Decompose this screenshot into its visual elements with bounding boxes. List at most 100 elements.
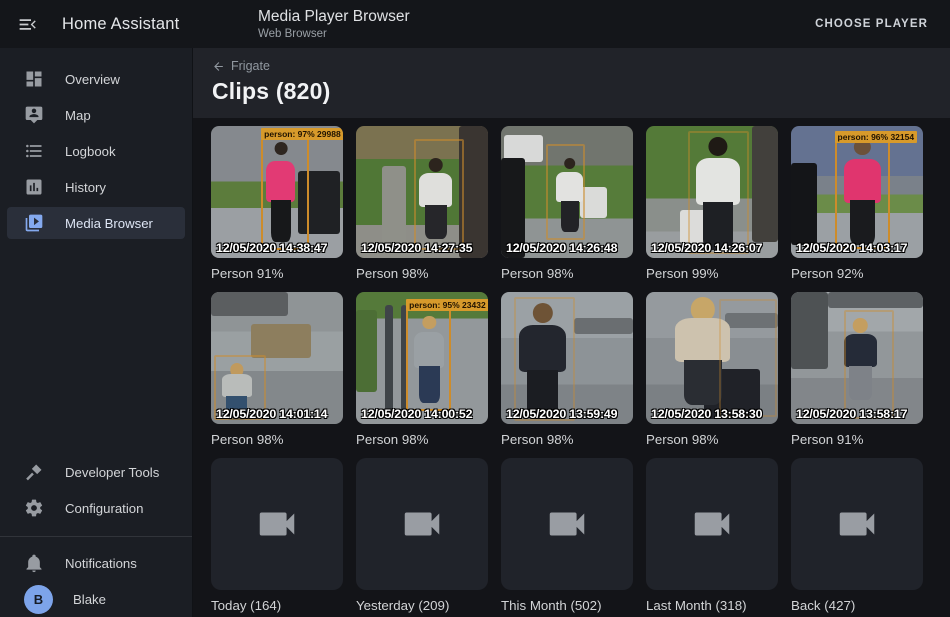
clip-thumbnail[interactable]: 12/05/2020 14:26:07 xyxy=(646,126,778,258)
folder-cell-today-164-: Today (164) xyxy=(211,458,343,614)
sidebar-item-label: Overview xyxy=(65,72,120,87)
sidebar-item-notifications[interactable]: Notifications xyxy=(7,547,185,579)
detection-bbox xyxy=(688,131,749,254)
media-player-subtitle: Web Browser xyxy=(258,28,410,40)
sidebar-spacer xyxy=(0,241,192,454)
scene-shape xyxy=(574,318,633,334)
clip-caption: Person 99% xyxy=(646,266,778,282)
sidebar-item-label: Logbook xyxy=(65,144,116,159)
detection-bbox xyxy=(546,144,586,239)
sidebar-header: Home Assistant xyxy=(0,0,193,48)
scene-shape xyxy=(791,163,817,245)
detection-bbox xyxy=(514,297,575,421)
sidebar-item-media-browser[interactable]: Media Browser xyxy=(7,207,185,239)
sidebar-item-logbook[interactable]: Logbook xyxy=(7,135,185,167)
clip-thumbnail[interactable]: 12/05/2020 13:58:30 xyxy=(646,292,778,424)
clip-timestamp: 12/05/2020 13:58:30 xyxy=(651,407,762,421)
detection-label: person: 95% 23432 xyxy=(406,299,488,311)
sidebar-item-history[interactable]: History xyxy=(7,171,185,203)
scene-shape xyxy=(828,292,923,308)
clip-cell: 12/05/2020 14:26:48 Person 98% xyxy=(501,126,633,282)
clip-thumbnail[interactable]: 12/05/2020 13:59:49 xyxy=(501,292,633,424)
clip-timestamp: 12/05/2020 14:27:35 xyxy=(361,241,472,255)
sidebar-item-overview[interactable]: Overview xyxy=(7,63,185,95)
media-grid: person: 97% 2998812/05/2020 14:38:47 Per… xyxy=(211,126,932,614)
folder-card[interactable] xyxy=(646,458,778,590)
app-bar: Home Assistant Media Player Browser Web … xyxy=(0,0,950,48)
clip-thumbnail[interactable]: person: 97% 2998812/05/2020 14:38:47 xyxy=(211,126,343,258)
clip-cell: 12/05/2020 13:58:17 Person 91% xyxy=(791,292,923,448)
folder-card[interactable] xyxy=(211,458,343,590)
poll-box-icon xyxy=(24,177,44,197)
choose-player-button[interactable]: CHOOSE PLAYER xyxy=(807,10,936,38)
detection-bbox: person: 97% 29988 xyxy=(261,138,309,250)
media-grid-area: person: 97% 2998812/05/2020 14:38:47 Per… xyxy=(193,118,950,617)
gear-icon xyxy=(24,498,44,518)
clip-caption: Person 98% xyxy=(501,432,633,448)
breadcrumb[interactable]: Frigate xyxy=(212,59,270,73)
sidebar-divider xyxy=(0,536,192,537)
clip-caption: Person 92% xyxy=(791,266,923,282)
clip-cell: 12/05/2020 13:58:30 Person 98% xyxy=(646,292,778,448)
folder-cell-yesterday-209-: Yesterday (209) xyxy=(356,458,488,614)
format-list-bulleted-icon xyxy=(24,141,44,161)
sidebar-item-label: Notifications xyxy=(65,556,137,571)
media-player-titles: Media Player Browser Web Browser xyxy=(258,8,410,40)
video-camera-icon xyxy=(834,501,880,547)
scene-shape xyxy=(251,324,312,358)
clip-timestamp: 12/05/2020 14:01:14 xyxy=(216,407,327,421)
video-camera-icon xyxy=(544,501,590,547)
sidebar-user-profile[interactable]: B Blake xyxy=(7,583,185,615)
media-player-title: Media Player Browser xyxy=(258,8,410,26)
detection-label: person: 96% 32154 xyxy=(835,131,918,143)
folder-card[interactable] xyxy=(501,458,633,590)
folder-cell-last-month-318-: Last Month (318) xyxy=(646,458,778,614)
clip-cell: 12/05/2020 14:27:35 Person 98% xyxy=(356,126,488,282)
toolbar: Media Player Browser Web Browser CHOOSE … xyxy=(193,0,950,48)
breadcrumb-label: Frigate xyxy=(231,59,270,73)
folder-caption: Last Month (318) xyxy=(646,598,778,614)
app-title: Home Assistant xyxy=(62,15,179,34)
clip-timestamp: 12/05/2020 14:03:17 xyxy=(796,241,907,255)
clip-caption: Person 98% xyxy=(356,266,488,282)
sidebar-item-label: Developer Tools xyxy=(65,465,159,480)
bell-icon xyxy=(24,553,44,573)
sidebar-item-label: Map xyxy=(65,108,91,123)
clip-timestamp: 12/05/2020 13:58:17 xyxy=(796,407,907,421)
detection-label: person: 97% 29988 xyxy=(261,128,343,140)
scene-shape xyxy=(356,310,377,392)
folder-cell-back-427-: Back (427) xyxy=(791,458,923,614)
sidebar-item-label: History xyxy=(65,180,106,195)
video-camera-icon xyxy=(399,501,445,547)
clip-timestamp: 12/05/2020 13:59:49 xyxy=(506,407,617,421)
page-title: Clips (820) xyxy=(212,78,950,105)
sidebar: Overview Map Logbook History Media Brows… xyxy=(0,48,193,617)
sidebar-item-map[interactable]: Map xyxy=(7,99,185,131)
clip-caption: Person 98% xyxy=(646,432,778,448)
view-dashboard-icon xyxy=(24,69,44,89)
tooltip-account-icon xyxy=(24,105,44,125)
clip-thumbnail[interactable]: 12/05/2020 14:26:48 xyxy=(501,126,633,258)
detection-bbox xyxy=(719,299,777,418)
folder-card[interactable] xyxy=(356,458,488,590)
scene-shape xyxy=(211,292,288,316)
clip-caption: Person 91% xyxy=(791,432,923,448)
clip-caption: Person 98% xyxy=(501,266,633,282)
scene-shape xyxy=(385,305,393,416)
folder-card[interactable] xyxy=(791,458,923,590)
clip-thumbnail[interactable]: 12/05/2020 13:58:17 xyxy=(791,292,923,424)
folder-caption: Yesterday (209) xyxy=(356,598,488,614)
detection-bbox xyxy=(844,310,894,418)
clip-thumbnail[interactable]: 12/05/2020 14:01:14 xyxy=(211,292,343,424)
menu-open-icon[interactable] xyxy=(15,12,39,36)
clip-thumbnail[interactable]: person: 96% 32154 12/05/2020 14:03:17 xyxy=(791,126,923,258)
clip-thumbnail[interactable]: person: 95% 2343212/05/2020 14:00:52 xyxy=(356,292,488,424)
sidebar-item-developer-tools[interactable]: Developer Tools xyxy=(7,456,185,488)
sidebar-item-label: Configuration xyxy=(65,501,143,516)
clip-cell: 12/05/2020 14:26:07 Person 99% xyxy=(646,126,778,282)
clip-cell: person: 96% 32154 12/05/2020 14:03:17 Per… xyxy=(791,126,923,282)
main-content: Frigate Clips (820) person: 97% 2998812/… xyxy=(193,48,950,617)
clip-thumbnail[interactable]: 12/05/2020 14:27:35 xyxy=(356,126,488,258)
clip-timestamp: 12/05/2020 14:26:07 xyxy=(651,241,762,255)
sidebar-item-configuration[interactable]: Configuration xyxy=(7,492,185,524)
